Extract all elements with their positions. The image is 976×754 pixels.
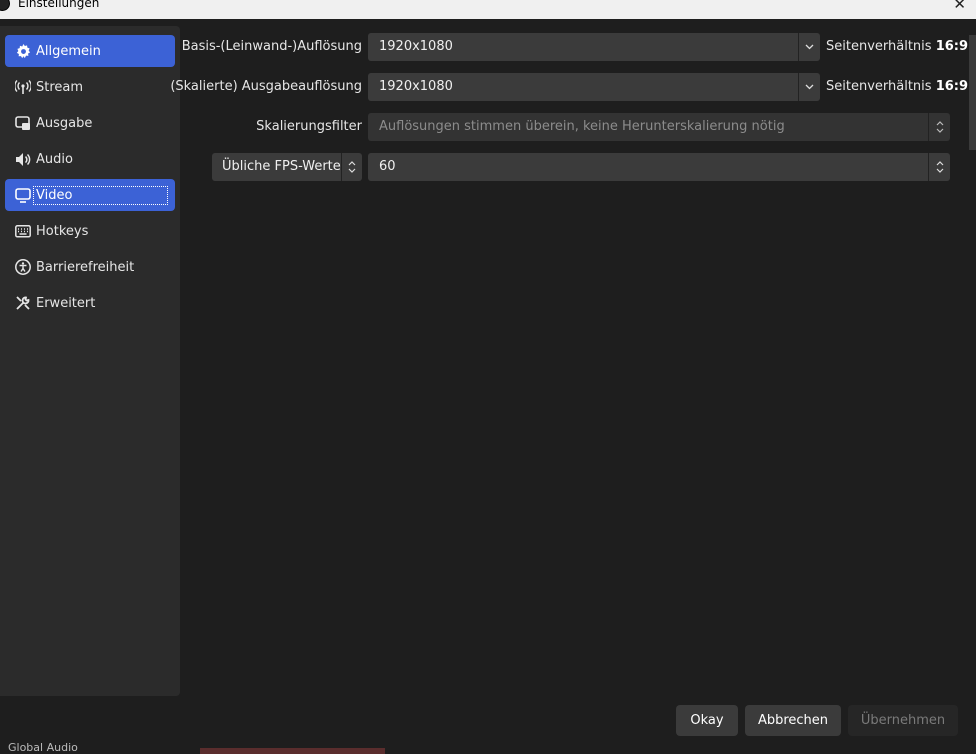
- fps-value: 60: [379, 159, 396, 174]
- sidebar-item-label: Stream: [36, 79, 84, 95]
- sidebar-item-hotkeys[interactable]: Hotkeys: [5, 215, 175, 247]
- sidebar-item-label: Audio: [36, 151, 73, 167]
- sidebar-item-label: Allgemein: [36, 43, 101, 59]
- output-resolution-combo[interactable]: 1920x1080: [368, 73, 820, 101]
- sidebar-item-output[interactable]: Ausgabe: [5, 107, 175, 139]
- sidebar-item-video[interactable]: Video: [5, 179, 175, 211]
- chevron-down-icon[interactable]: [798, 33, 820, 61]
- title-bar: Einstellungen ✕: [0, 0, 976, 19]
- tools-icon: [15, 295, 31, 311]
- settings-sidebar: Allgemein Stream Ausgabe Audio Video Hot…: [0, 26, 180, 696]
- sidebar-item-general[interactable]: Allgemein: [5, 35, 175, 67]
- output-aspect-ratio: Seitenverhältnis 16:9: [826, 79, 968, 94]
- aspect-ratio-label: Seitenverhältnis: [826, 39, 932, 54]
- cancel-button[interactable]: Abbrechen: [745, 705, 841, 736]
- base-resolution-combo[interactable]: 1920x1080: [368, 33, 820, 61]
- scale-filter-combo: Auflösungen stimmen überein, keine Herun…: [368, 113, 950, 141]
- fps-value-combo[interactable]: 60: [368, 153, 950, 181]
- aspect-ratio-value: 16:9: [935, 39, 969, 54]
- chevron-down-icon[interactable]: [798, 73, 820, 101]
- sidebar-item-label: Erweitert: [36, 295, 96, 311]
- scale-filter-value: Auflösungen stimmen überein, keine Herun…: [379, 119, 785, 134]
- aspect-ratio-value: 16:9: [935, 79, 969, 94]
- sidebar-item-label: Ausgabe: [36, 115, 93, 131]
- base-resolution-value: 1920x1080: [379, 39, 453, 54]
- fps-type-value: Übliche FPS-Werte: [222, 159, 341, 174]
- base-aspect-ratio: Seitenverhältnis 16:9: [826, 39, 968, 54]
- sidebar-item-label: Hotkeys: [36, 223, 89, 239]
- monitor-icon: [15, 187, 31, 203]
- window-title: Einstellungen: [18, 0, 100, 10]
- sidebar-item-advanced[interactable]: Erweitert: [5, 287, 175, 319]
- antenna-icon: [15, 79, 31, 95]
- sidebar-item-label: Barrierefreiheit: [36, 259, 135, 275]
- video-settings-panel: Basis-(Leinwand-)Auflösung 1920x1080 Sei…: [170, 26, 976, 696]
- sidebar-item-stream[interactable]: Stream: [5, 71, 175, 103]
- fps-type-combo[interactable]: Übliche FPS-Werte: [212, 153, 362, 181]
- aspect-ratio-label: Seitenverhältnis: [826, 79, 932, 94]
- background-audio-label: Global Audio: [8, 741, 78, 754]
- scale-filter-label: Skalierungsfilter: [256, 119, 362, 134]
- output-icon: [15, 115, 31, 131]
- okay-button[interactable]: Okay: [676, 705, 738, 736]
- gear-icon: [15, 43, 31, 59]
- sidebar-item-label: Video: [33, 185, 168, 205]
- base-resolution-label: Basis-(Leinwand-)Auflösung: [181, 39, 362, 54]
- accessibility-icon: [15, 259, 31, 275]
- updown-arrows-icon: [928, 113, 950, 141]
- updown-arrows-icon[interactable]: [341, 153, 362, 181]
- output-resolution-label: (Skalierte) Ausgabeauflösung: [170, 79, 362, 94]
- close-icon[interactable]: ✕: [953, 0, 966, 13]
- sidebar-item-accessibility[interactable]: Barrierefreiheit: [5, 251, 175, 283]
- obs-logo-icon: [0, 0, 10, 11]
- background-meter: [200, 748, 385, 754]
- keyboard-icon: [15, 223, 31, 239]
- sidebar-item-audio[interactable]: Audio: [5, 143, 175, 175]
- updown-arrows-icon[interactable]: [928, 153, 950, 181]
- background-window-strip: Global Audio: [0, 741, 976, 754]
- apply-button[interactable]: Übernehmen: [848, 705, 958, 736]
- output-resolution-value: 1920x1080: [379, 79, 453, 94]
- speaker-icon: [15, 151, 31, 167]
